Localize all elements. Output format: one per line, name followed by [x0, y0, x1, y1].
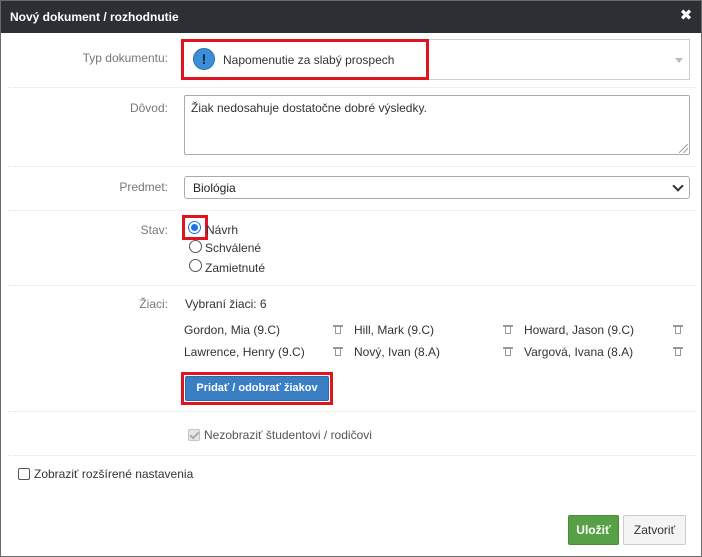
save-button[interactable]: Uložiť [568, 515, 619, 545]
status-option-label: Schválené [205, 241, 262, 255]
student-name: Gordon, Mia (9.C) [184, 323, 281, 337]
divider [8, 166, 696, 167]
advanced-settings-checkbox[interactable] [18, 468, 30, 480]
subject-label: Predmet: [119, 180, 168, 194]
student-name: Vargová, Ivana (8.A) [524, 345, 634, 359]
status-option-label: Zamietnuté [205, 261, 266, 275]
chevron-down-icon [672, 180, 684, 192]
student-name: Lawrence, Henry (9.C) [184, 345, 305, 359]
divider [8, 210, 696, 211]
students-label: Žiaci: [139, 297, 168, 311]
divider [8, 285, 696, 286]
selected-students-count: Vybraní žiaci: 6 [185, 297, 267, 311]
chevron-down-icon [675, 58, 683, 63]
highlight-add-students [181, 372, 333, 405]
student-name: Nový, Ivan (8.A) [354, 345, 441, 359]
exclamation-icon: ! [193, 48, 215, 70]
reason-label: Dôvod: [129, 101, 168, 115]
new-document-dialog: Nový dokument / rozhodnutie ✖ Typ dokume… [0, 0, 702, 557]
dialog-title: Nový dokument / rozhodnutie [10, 10, 179, 24]
reason-text: Žiak nedosahuje dostatočne dobré výsledk… [191, 101, 427, 115]
divider [8, 455, 696, 456]
student-name: Howard, Jason (9.C) [524, 323, 635, 337]
close-button[interactable]: Zatvoriť [623, 515, 686, 545]
status-label: Stav: [140, 223, 168, 237]
type-label: Typ dokumentu: [82, 51, 168, 65]
dialog-titlebar: Nový dokument / rozhodnutie ✖ [1, 1, 701, 33]
document-type-value: Napomenutie za slabý prospech [223, 53, 395, 67]
close-icon[interactable]: ✖ [679, 8, 693, 24]
trash-icon[interactable] [673, 324, 683, 335]
hide-from-student-checkbox[interactable] [188, 429, 200, 441]
reason-textarea[interactable]: Žiak nedosahuje dostatočne dobré výsledk… [184, 95, 690, 155]
trash-icon[interactable] [503, 324, 513, 335]
trash-icon[interactable] [333, 346, 343, 357]
divider [8, 411, 696, 412]
trash-icon[interactable] [333, 324, 343, 335]
divider [8, 87, 696, 88]
subject-value: Biológia [193, 181, 236, 195]
status-option-label: Návrh [206, 223, 239, 237]
resize-grip-icon[interactable] [679, 144, 688, 153]
student-name: Hill, Mark (9.C) [354, 323, 434, 337]
status-radio-schvalene[interactable] [189, 240, 202, 253]
subject-select[interactable]: Biológia [184, 176, 690, 199]
status-radio-zamietnute[interactable] [189, 259, 202, 272]
hide-from-student-label: Nezobraziť študentovi / rodičovi [204, 428, 372, 442]
advanced-settings-label: Zobraziť rozšírené nastavenia [34, 467, 194, 481]
trash-icon[interactable] [673, 346, 683, 357]
trash-icon[interactable] [503, 346, 513, 357]
highlight-status-radio [182, 215, 208, 240]
